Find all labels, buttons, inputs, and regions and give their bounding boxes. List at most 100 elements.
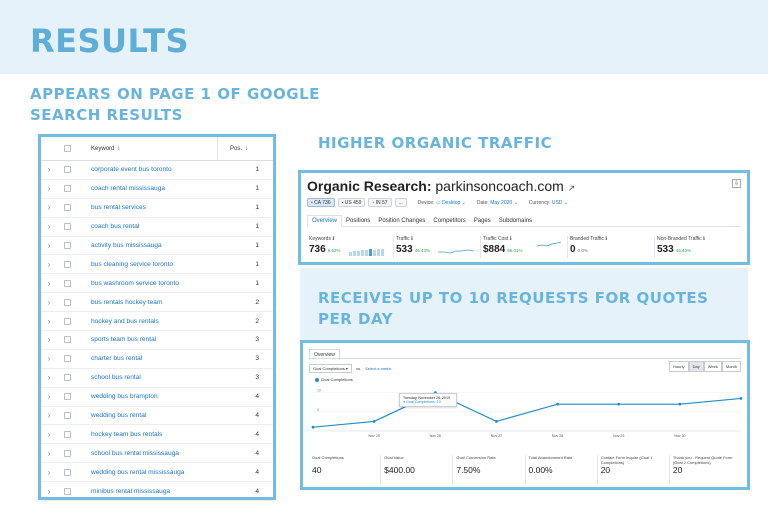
expand-chevron-icon[interactable]: › (41, 165, 57, 174)
position-value: 1 (255, 204, 259, 212)
position-value: 4 (255, 468, 259, 476)
expand-chevron-icon[interactable]: › (41, 430, 57, 439)
row-checkbox[interactable] (63, 374, 71, 382)
row-checkbox[interactable] (63, 317, 71, 325)
keyword-link[interactable]: corporate event bus toronto (77, 166, 217, 173)
db-in[interactable]: ▪ IN 57 (368, 198, 392, 207)
analytics-kpis: Goal Completions 40 Goal Value $400.00 G… (309, 455, 741, 485)
keyword-link[interactable]: sports team bus rental (77, 336, 217, 343)
table-row: › bus washroom service toronto 1 (41, 274, 273, 294)
row-checkbox[interactable] (63, 393, 71, 401)
position-value: 1 (255, 166, 259, 174)
table-row: › minibus rental mississauga 4 (41, 482, 273, 502)
traffic-cost-sparkline (537, 241, 561, 247)
keyword-link[interactable]: school bus rental mississauga (77, 450, 217, 457)
position-value: 4 (255, 430, 259, 438)
data-point (678, 402, 682, 406)
keyword-link[interactable]: wedding bus rental (77, 412, 217, 419)
row-checkbox[interactable] (63, 223, 71, 231)
expand-chevron-icon[interactable]: › (41, 373, 57, 382)
col-keyword[interactable]: Keyword ⇂ (77, 145, 217, 152)
keywords-bar-sparkline (349, 249, 384, 256)
keyword-link[interactable]: bus washroom service toronto (77, 280, 217, 287)
table-row: › bus cleaning service toronto 1 (41, 255, 273, 275)
position-value: 1 (255, 223, 259, 231)
in-flag-icon: ▪ (372, 199, 375, 206)
expand-chevron-icon[interactable]: › (41, 317, 57, 326)
row-checkbox[interactable] (63, 279, 71, 287)
row-checkbox[interactable] (63, 412, 71, 420)
y-tick-label: 5 (317, 408, 319, 412)
table-row: › activity bus mississauga 1 (41, 237, 273, 256)
export-icon[interactable]: ⇩ (732, 179, 741, 188)
keyword-link[interactable]: activity bus mississauga (77, 242, 217, 249)
row-checkbox[interactable] (63, 468, 71, 476)
keyword-link[interactable]: bus cleaning service toronto (77, 261, 217, 268)
row-checkbox[interactable] (63, 487, 71, 495)
data-point (556, 402, 559, 406)
row-checkbox[interactable] (63, 298, 71, 306)
row-checkbox[interactable] (63, 355, 71, 363)
chevron-down-icon: ⌄ (563, 199, 569, 206)
row-checkbox[interactable] (63, 336, 71, 344)
expand-chevron-icon[interactable]: › (41, 260, 57, 269)
expand-chevron-icon[interactable]: › (41, 468, 57, 477)
db-more[interactable]: ... (394, 198, 407, 207)
external-link-icon[interactable]: ↗ (568, 183, 576, 193)
expand-chevron-icon[interactable]: › (41, 487, 57, 496)
tab-overview[interactable]: Overview (307, 215, 343, 227)
keyword-link[interactable]: wedding bus rental mississauga (77, 469, 217, 476)
position-value: 2 (255, 298, 259, 306)
keyword-link[interactable]: charter bus rental (77, 355, 217, 362)
position-value: 3 (255, 374, 259, 382)
date-select[interactable]: Date: May 2020 ⌄ (477, 200, 518, 206)
device-select[interactable]: Device: ▭ Desktop ⌄ (418, 200, 466, 206)
row-checkbox[interactable] (63, 242, 71, 249)
keyword-link[interactable]: school bus rental (77, 374, 217, 381)
table-row: › charter bus rental 3 (41, 350, 273, 369)
domain-link[interactable]: parkinsoncoach.com (435, 178, 563, 194)
db-ca[interactable]: ▪ CA 736 (307, 198, 335, 207)
keyword-link[interactable]: bus rental services (77, 204, 217, 211)
expand-chevron-icon[interactable]: › (41, 222, 57, 231)
tab-positions[interactable]: Positions (342, 215, 374, 227)
row-checkbox[interactable] (63, 430, 71, 438)
position-value: 1 (255, 279, 259, 287)
db-us[interactable]: ▪ US 459 (337, 198, 366, 207)
expand-chevron-icon[interactable]: › (41, 241, 57, 250)
kpi-goal-conversion-rate: Goal Conversion Rate 7.50% (453, 455, 526, 485)
row-checkbox[interactable] (63, 185, 71, 193)
sort-icon: ⇂ (243, 146, 249, 152)
keyword-link[interactable]: wedding bus brampton (77, 393, 217, 400)
results-banner: RESULTS (0, 0, 768, 74)
row-checkbox[interactable] (63, 449, 71, 457)
expand-chevron-icon[interactable]: › (41, 354, 57, 363)
keyword-link[interactable]: coach bus rental (77, 223, 217, 230)
tab-position-changes[interactable]: Position Changes (374, 215, 429, 227)
organic-research-panel: Organic Research: parkinsoncoach.com ↗ ⇩… (298, 170, 750, 265)
traffic-sparkline (438, 249, 474, 254)
expand-chevron-icon[interactable]: › (41, 449, 57, 458)
expand-chevron-icon[interactable]: › (41, 298, 57, 307)
row-checkbox[interactable] (63, 166, 71, 174)
keyword-link[interactable]: hockey and bus rentals (77, 318, 217, 325)
tab-competitors[interactable]: Competitors (429, 215, 469, 227)
row-checkbox[interactable] (63, 260, 71, 268)
select-all-checkbox[interactable] (63, 145, 71, 152)
keyword-link[interactable]: minibus rental mississauga (77, 488, 217, 495)
expand-chevron-icon[interactable]: › (41, 392, 57, 401)
keyword-link[interactable]: coach rental mississauga (77, 185, 217, 192)
table-row: › coach bus rental 1 (41, 218, 273, 237)
expand-chevron-icon[interactable]: › (41, 411, 57, 420)
keyword-link[interactable]: bus rentals hockey team (77, 299, 217, 306)
expand-chevron-icon[interactable]: › (41, 335, 57, 344)
col-pos[interactable]: Pos. ⇂ (217, 137, 263, 160)
expand-chevron-icon[interactable]: › (41, 203, 57, 212)
keyword-link[interactable]: hockey team bus rentals (77, 431, 217, 438)
row-checkbox[interactable] (63, 204, 71, 212)
tab-subdomains[interactable]: Subdomains (495, 215, 536, 227)
currency-select[interactable]: Currency: USD ⌄ (529, 200, 568, 206)
expand-chevron-icon[interactable]: › (41, 279, 57, 288)
tab-pages[interactable]: Pages (470, 215, 495, 227)
expand-chevron-icon[interactable]: › (41, 184, 57, 193)
